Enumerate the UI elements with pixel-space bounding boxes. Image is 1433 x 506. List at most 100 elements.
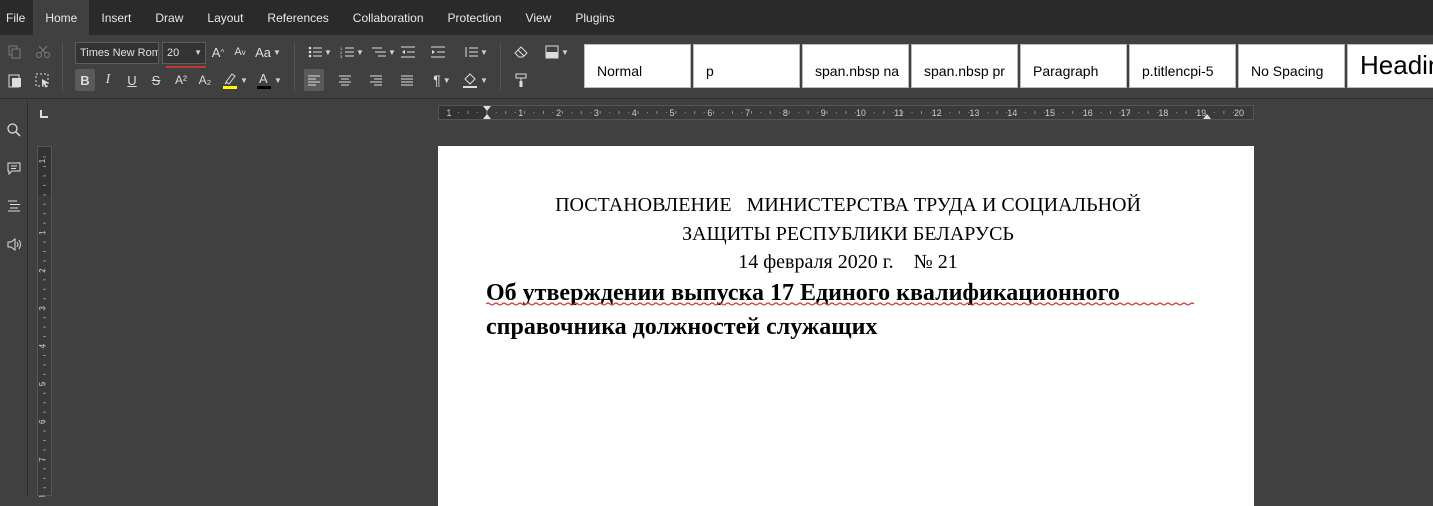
menu-draw[interactable]: Draw [143, 0, 195, 35]
ruler-number: 6 [707, 108, 712, 118]
style-p[interactable]: p [693, 44, 800, 88]
strike-label: S [151, 72, 161, 88]
ruler-number: 5 [669, 108, 674, 118]
decrease-indent-button[interactable] [400, 41, 416, 63]
italic-label: I [105, 72, 111, 87]
multilevel-list-button[interactable]: ▼ [370, 41, 398, 63]
select-all-button[interactable] [34, 69, 52, 91]
align-left-button[interactable] [304, 69, 324, 91]
decrease-font-button[interactable]: Av [232, 41, 248, 63]
menu-layout[interactable]: Layout [195, 0, 255, 35]
comments-icon[interactable] [5, 159, 23, 177]
separator [294, 43, 295, 91]
style-span-nbsp-pr[interactable]: span.nbsp pr [911, 44, 1018, 88]
ruler-number: 11 [894, 108, 903, 118]
style-paragraph[interactable]: Paragraph [1020, 44, 1127, 88]
horizontal-ruler[interactable]: 11234567891011121314151617181920 [438, 105, 1254, 120]
superscript-label: A² [175, 73, 187, 87]
outdent-icon [401, 46, 415, 58]
font-size-value: 20 [167, 47, 180, 59]
doc-title-line-2[interactable]: ЗАЩИТЫ РЕСПУБЛИКИ БЕЛАРУСЬ [438, 223, 1258, 246]
style-no-spacing[interactable]: No Spacing [1238, 44, 1345, 88]
indent-icon [431, 46, 445, 58]
menu-plugins[interactable]: Plugins [563, 0, 626, 35]
styles-gallery: Normal p span.nbsp na span.nbsp pr Parag… [584, 44, 1433, 88]
left-sidebar [0, 100, 28, 496]
increase-font-button[interactable]: A ^ [210, 41, 226, 63]
ruler-number: 7 [745, 108, 750, 118]
ruler-number: 1 [38, 158, 47, 163]
menu-protection[interactable]: Protection [436, 0, 514, 35]
style-span-nbsp-na[interactable]: span.nbsp na [802, 44, 909, 88]
bullet-list-icon [308, 46, 323, 58]
navigation-icon[interactable] [5, 197, 23, 215]
vertical-ruler[interactable]: 112345678 [37, 146, 52, 497]
line-spacing-icon [465, 47, 479, 57]
svg-text:A: A [259, 71, 268, 86]
ruler-number: 1 [518, 108, 523, 118]
font-size-select[interactable]: 20 ▼ [162, 42, 206, 64]
document-page[interactable]: ПОСТАНОВЛЕНИЕ МИНИСТЕРСТВА ТРУДА И СОЦИА… [438, 146, 1254, 506]
size-spell-underline [166, 66, 206, 68]
justify-icon [401, 75, 413, 85]
align-left-icon [308, 75, 320, 85]
shading-button[interactable]: ▼ [460, 69, 490, 91]
menu-home[interactable]: Home [33, 0, 90, 35]
justify-button[interactable] [397, 69, 417, 91]
menu-collaboration[interactable]: Collaboration [341, 0, 436, 35]
style-p-titlencpi[interactable]: p.titlencpi-5 [1129, 44, 1236, 88]
underline-button[interactable]: U [123, 69, 141, 91]
svg-text:3: 3 [340, 54, 343, 58]
color-scheme-icon [545, 45, 559, 59]
eraser-icon [514, 46, 528, 58]
paste-button[interactable] [6, 69, 24, 91]
clear-style-button[interactable] [512, 41, 530, 63]
highlighter-icon [223, 73, 238, 89]
chevron-down-icon: ▼ [194, 48, 202, 57]
menu-references[interactable]: References [255, 0, 340, 35]
menu-view[interactable]: View [514, 0, 564, 35]
pilcrow-icon: ¶ [433, 72, 441, 88]
ruler-margin [38, 147, 51, 195]
doc-title-line-1[interactable]: ПОСТАНОВЛЕНИЕ МИНИСТЕРСТВА ТРУДА И СОЦИА… [438, 194, 1258, 217]
doc-date-line[interactable]: 14 февраля 2020 г. № 21 [438, 251, 1258, 274]
numbered-list-button[interactable]: 1 2 3 ▼ [338, 41, 366, 63]
superscript-button[interactable]: A² [171, 69, 191, 91]
paint-bucket-icon [463, 73, 478, 88]
line-spacing-button[interactable]: ▼ [462, 41, 490, 63]
bullet-list-button[interactable]: ▼ [306, 41, 334, 63]
font-color-button[interactable]: A ▼ [254, 69, 284, 91]
align-center-button[interactable] [335, 69, 355, 91]
search-icon[interactable] [5, 121, 23, 139]
highlight-color-button[interactable]: ▼ [220, 69, 250, 91]
italic-button[interactable]: I [99, 69, 117, 91]
menu-insert[interactable]: Insert [89, 0, 143, 35]
color-scheme-button[interactable]: ▼ [542, 41, 572, 63]
nonprinting-button[interactable]: ¶ ▼ [428, 69, 456, 91]
strikethrough-button[interactable]: S [147, 69, 165, 91]
change-case-button[interactable]: Aa ▼ [254, 41, 282, 63]
subscript-button[interactable]: A₂ [195, 69, 215, 91]
style-normal[interactable]: Normal [584, 44, 691, 88]
cut-button[interactable] [34, 41, 52, 63]
speaker-icon[interactable] [5, 235, 23, 253]
doc-heading-line-2[interactable]: справочника должностей служащих [486, 314, 877, 341]
format-painter-button[interactable] [512, 69, 530, 91]
increase-indent-button[interactable] [430, 41, 446, 63]
select-icon [35, 73, 49, 87]
style-heading[interactable]: Heading [1347, 44, 1433, 88]
bold-button[interactable]: B [75, 69, 95, 91]
underline-label: U [127, 72, 137, 88]
menu-bar: File Home Insert Draw Layout References … [0, 0, 1433, 35]
menu-file[interactable]: File [0, 0, 33, 35]
ruler-number: 3 [594, 108, 599, 118]
paste-icon [8, 74, 21, 87]
separator [500, 43, 501, 91]
font-name-select[interactable]: Times New Roman [75, 42, 159, 64]
tab-selector[interactable] [40, 110, 48, 118]
multilevel-list-icon [372, 47, 387, 57]
separator [62, 43, 63, 91]
spellcheck-underline [486, 302, 1195, 306]
copy-button[interactable] [6, 41, 24, 63]
align-right-button[interactable] [366, 69, 386, 91]
